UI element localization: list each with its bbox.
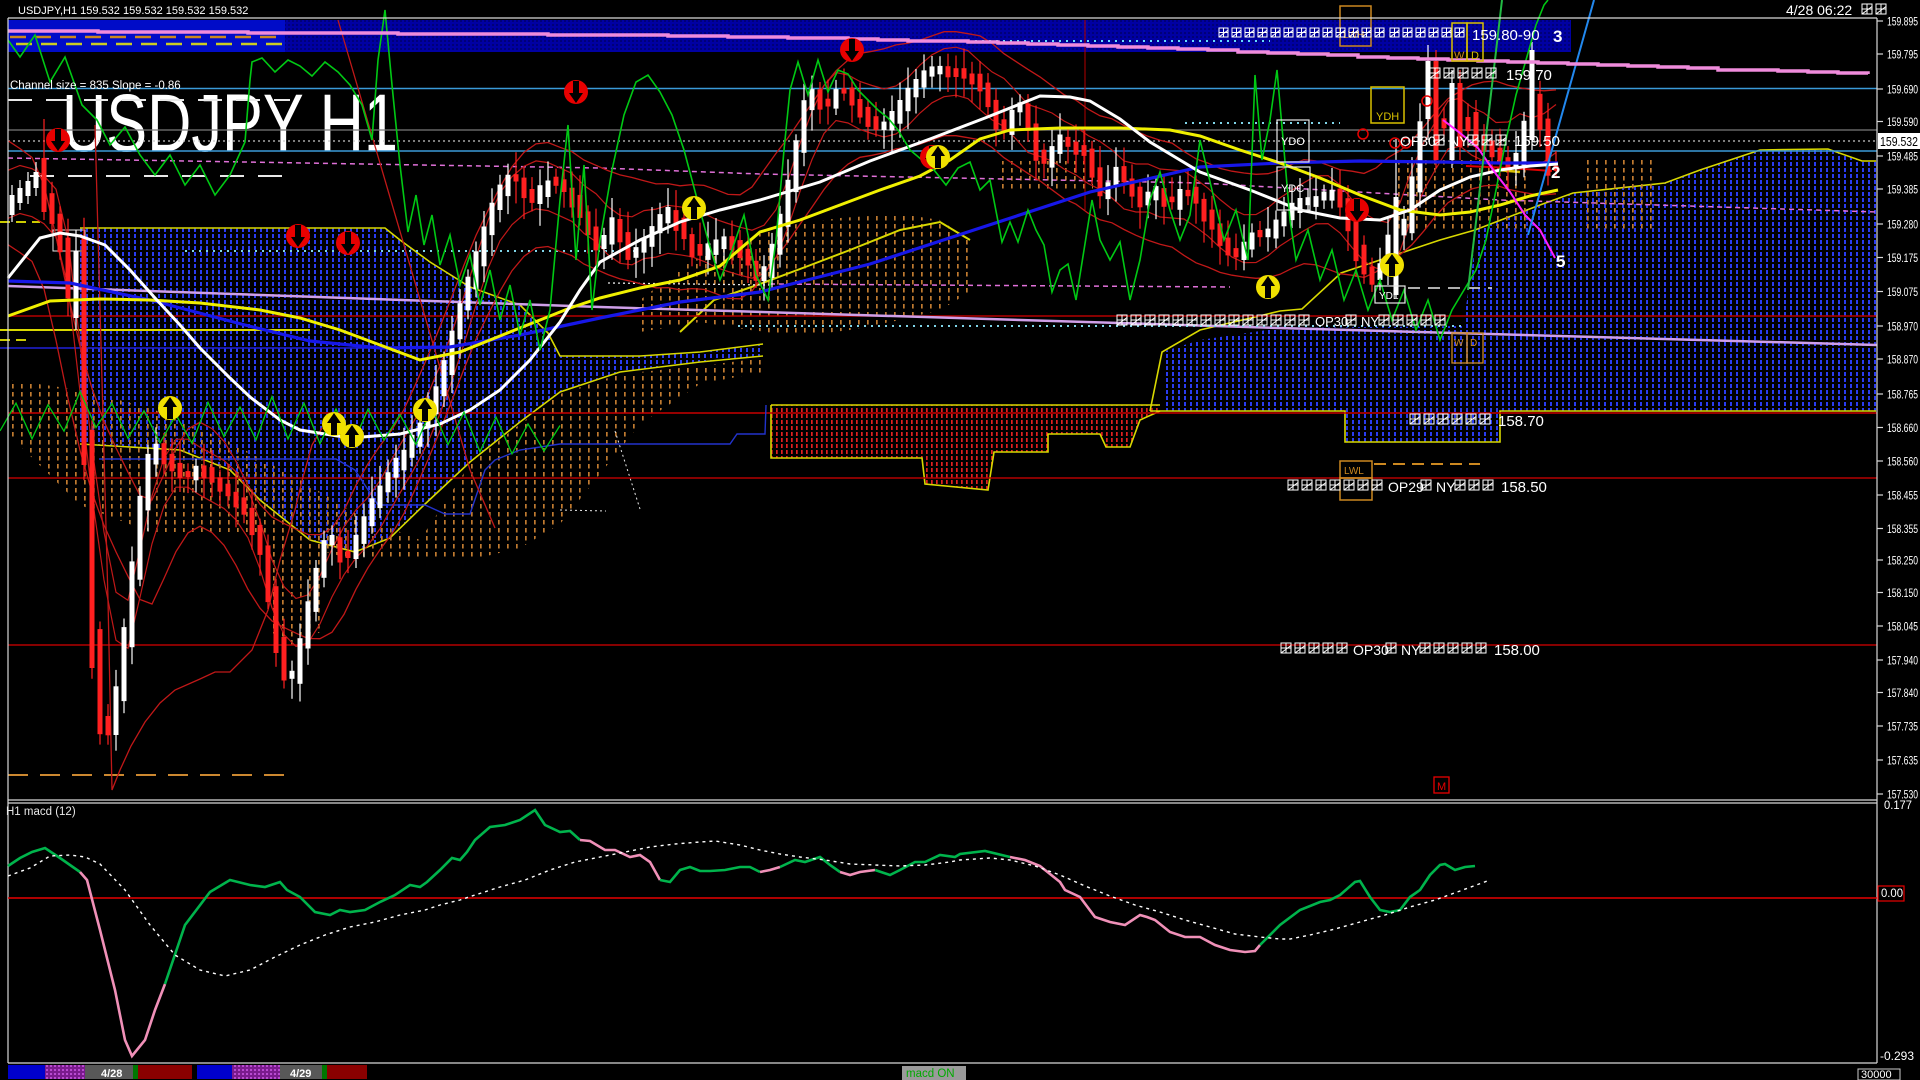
svg-text:H1 macd (12): H1 macd (12) <box>6 806 76 818</box>
svg-text:158.560: 158.560 <box>1887 455 1918 469</box>
svg-text:LWL: LWL <box>1344 466 1364 477</box>
svg-text:158.150: 158.150 <box>1887 586 1918 600</box>
svg-text:D: D <box>1471 50 1479 62</box>
svg-text:158.250: 158.250 <box>1887 554 1918 568</box>
svg-text:NY: NY <box>1436 479 1456 495</box>
svg-text:158.455: 158.455 <box>1887 489 1918 503</box>
svg-text:157.635: 157.635 <box>1887 754 1918 768</box>
svg-text:159.795: 159.795 <box>1887 48 1918 62</box>
svg-text:158.045: 158.045 <box>1887 620 1918 634</box>
svg-text:OP30: OP30 <box>1315 314 1348 329</box>
svg-text:157.735: 157.735 <box>1887 720 1918 734</box>
svg-text:159.80-90: 159.80-90 <box>1472 27 1540 44</box>
svg-text:158.660: 158.660 <box>1887 421 1918 435</box>
svg-text:Channel size = 835 Slope = -0.: Channel size = 835 Slope = -0.86 <box>10 80 181 92</box>
svg-text:159.70: 159.70 <box>1506 67 1552 84</box>
svg-text:158.70: 158.70 <box>1498 413 1544 430</box>
svg-text:4/28 06:22: 4/28 06:22 <box>1786 2 1852 18</box>
svg-text:159.075: 159.075 <box>1887 285 1918 299</box>
svg-text:0.00: 0.00 <box>1881 888 1903 900</box>
svg-text:3: 3 <box>1553 27 1562 46</box>
svg-text:159.485: 159.485 <box>1887 150 1918 164</box>
svg-text:159.532: 159.532 <box>1880 135 1918 149</box>
svg-text:158.00: 158.00 <box>1494 642 1540 659</box>
svg-text:W: W <box>1454 338 1464 349</box>
svg-text:USDJPY,H1 159.532 159.532 159: USDJPY,H1 159.532 159.532 159.532 159.53… <box>18 5 248 17</box>
svg-text:159.690: 159.690 <box>1887 83 1918 97</box>
svg-text:NY: NY <box>1401 642 1421 658</box>
svg-text:NY: NY <box>1449 133 1469 149</box>
svg-text:D: D <box>1470 338 1477 349</box>
svg-text:158.970: 158.970 <box>1887 320 1918 334</box>
svg-text:W: W <box>1454 50 1465 62</box>
svg-text:OP30: OP30 <box>1400 133 1436 149</box>
svg-text:158.870: 158.870 <box>1887 353 1918 367</box>
svg-text:YDH: YDH <box>1376 111 1399 123</box>
svg-text:OP29: OP29 <box>1388 479 1424 495</box>
svg-text:0.177: 0.177 <box>1884 798 1912 812</box>
svg-text:4/28: 4/28 <box>101 1068 122 1080</box>
svg-text:-0.293: -0.293 <box>1880 1049 1914 1063</box>
svg-text:OP30: OP30 <box>1353 642 1389 658</box>
svg-text:159.590: 159.590 <box>1887 115 1918 129</box>
svg-text:159.895: 159.895 <box>1887 15 1918 29</box>
svg-text:YDO: YDO <box>1281 136 1305 148</box>
svg-text:159.280: 159.280 <box>1887 218 1918 232</box>
svg-text:NY: NY <box>1361 314 1379 329</box>
svg-text:YDL: YDL <box>1379 291 1399 302</box>
svg-text:158.50: 158.50 <box>1501 479 1547 496</box>
svg-text:2: 2 <box>1551 163 1560 182</box>
svg-text:M: M <box>1437 781 1446 793</box>
svg-text:YDC: YDC <box>1281 183 1304 195</box>
svg-text:159.175: 159.175 <box>1887 251 1918 265</box>
svg-text:30000: 30000 <box>1861 1069 1892 1080</box>
svg-text:158.765: 158.765 <box>1887 388 1918 402</box>
svg-text:159.50: 159.50 <box>1514 133 1560 150</box>
svg-text:macd ON: macd ON <box>906 1068 955 1080</box>
svg-text:5: 5 <box>1556 252 1565 271</box>
svg-text:4/29: 4/29 <box>290 1068 311 1080</box>
svg-text:158.355: 158.355 <box>1887 522 1918 536</box>
svg-text:157.840: 157.840 <box>1887 686 1918 700</box>
svg-text:157.940: 157.940 <box>1887 654 1918 668</box>
svg-text:159.385: 159.385 <box>1887 183 1918 197</box>
